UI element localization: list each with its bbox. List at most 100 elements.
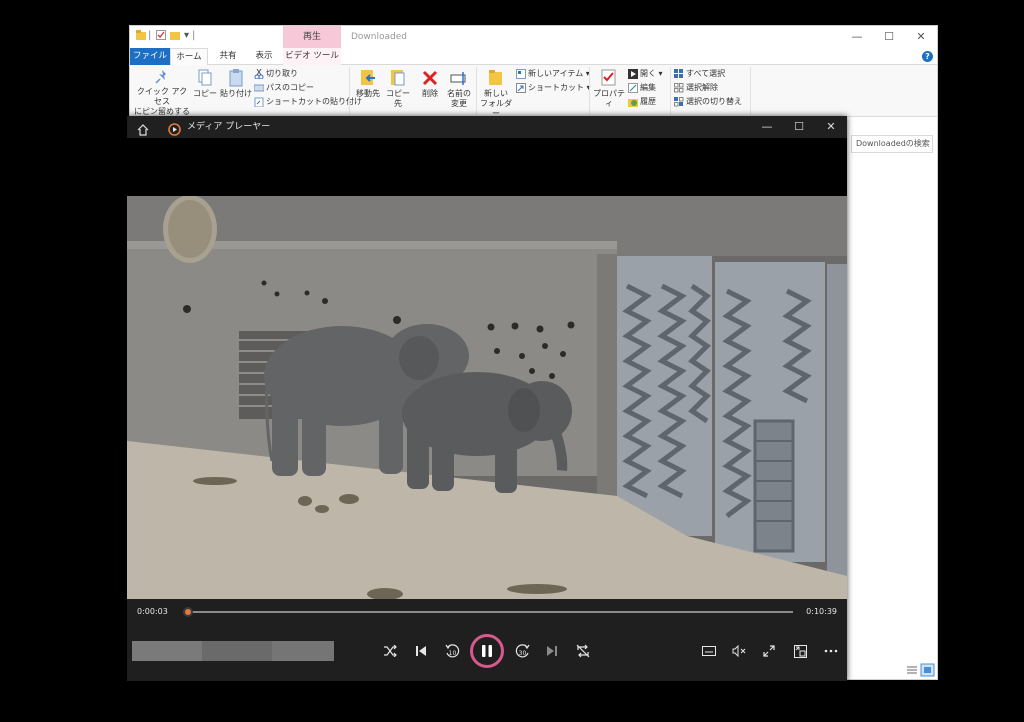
tab-file[interactable]: ファイル [130, 48, 170, 65]
media-info-redacted [132, 641, 334, 661]
select-all-button[interactable]: すべて選択 [674, 68, 725, 80]
search-input[interactable]: Downloadedの検索 [851, 135, 933, 153]
new-folder-button[interactable]: 新しい フォルダー [480, 69, 512, 119]
copy-path-icon [254, 84, 264, 91]
delete-button[interactable]: 削除 [418, 69, 442, 99]
previous-button[interactable] [408, 638, 434, 664]
shuffle-button[interactable] [377, 638, 403, 664]
video-viewport[interactable] [127, 138, 847, 599]
redacted-block [202, 641, 272, 661]
shortcut-label: ショートカット [528, 83, 584, 92]
details-view-icon[interactable] [907, 666, 917, 674]
pause-button[interactable] [470, 634, 504, 668]
pin-icon [155, 70, 166, 84]
pause-icon [482, 645, 492, 657]
copy-to-button[interactable]: コピー先 [384, 69, 412, 109]
miniplayer-button[interactable] [787, 638, 813, 664]
svg-text:10: 10 [449, 650, 457, 657]
player-maximize-button[interactable]: ☐ [783, 116, 815, 138]
help-button[interactable]: ? [922, 51, 933, 62]
skip-back-10-button[interactable]: 10 [439, 638, 465, 664]
seek-bar[interactable] [183, 607, 793, 617]
paste-shortcut-label: ショートカットの貼り付け [266, 97, 362, 106]
move-to-label: 移動先 [356, 89, 380, 98]
skip-forward-30-button[interactable]: 30 [510, 638, 536, 664]
player-minimize-button[interactable]: — [751, 116, 783, 138]
select-all-icon [674, 68, 683, 78]
properties-label: プロパティ [593, 89, 625, 108]
pin-label-1: クイック アクセス [136, 87, 188, 106]
new-folder-icon [489, 70, 502, 85]
shortcut-button[interactable]: ショートカット ▾ [516, 82, 591, 94]
next-icon [547, 646, 557, 656]
invert-selection-icon [674, 96, 684, 106]
properties-button[interactable]: プロパティ [592, 69, 626, 109]
pin-quick-access-button[interactable]: クイック アクセス にピン留めする [134, 69, 190, 117]
new-item-label: 新しいアイテム [528, 69, 584, 78]
player-close-button[interactable]: ✕ [815, 116, 847, 138]
new-folder-label-1: 新しい [484, 89, 508, 98]
invert-selection-button[interactable]: 選択の切り替え [674, 96, 742, 108]
tab-view[interactable]: 表示 [248, 48, 280, 65]
repeat-button[interactable] [570, 638, 596, 664]
repeat-icon [576, 644, 590, 658]
redacted-block [272, 641, 334, 661]
paste-shortcut-icon [254, 97, 264, 107]
shuffle-icon [384, 645, 397, 657]
qat-separator: | [148, 30, 152, 41]
open-button[interactable]: 開く ▾ [628, 68, 663, 80]
copy-path-button[interactable]: パスのコピー [254, 82, 314, 94]
move-to-button[interactable]: 移動先 [352, 69, 384, 99]
ribbon-separator-2 [476, 67, 477, 115]
explorer-maximize-button[interactable]: ☐ [873, 26, 905, 48]
player-title: メディア プレーヤー [187, 122, 271, 132]
tab-home[interactable]: ホーム [170, 48, 208, 66]
select-all-label: すべて選択 [686, 69, 726, 78]
cut-button[interactable]: 切り取り [254, 68, 298, 80]
paste-icon [229, 69, 243, 87]
large-icons-view-icon[interactable] [920, 663, 935, 677]
skip-forward-30-icon: 30 [515, 644, 530, 658]
copy-button[interactable]: コピー [192, 69, 218, 99]
move-to-icon [361, 70, 375, 85]
seek-bar-thumb[interactable] [183, 607, 193, 617]
copy-path-label: パスのコピー [266, 83, 314, 92]
tab-share[interactable]: 共有 [212, 48, 244, 65]
edit-button[interactable]: 編集 [628, 82, 656, 94]
ribbon-separator-4 [670, 67, 671, 115]
next-button[interactable] [539, 638, 565, 664]
fullscreen-button[interactable] [756, 638, 782, 664]
history-label: 履歴 [640, 97, 656, 106]
svg-text:30: 30 [519, 650, 527, 657]
redacted-block [132, 641, 202, 661]
ribbon-separator [349, 67, 350, 115]
copy-label: コピー [193, 89, 217, 98]
properties-qat-icon[interactable] [156, 30, 166, 43]
new-item-icon [516, 68, 526, 79]
mute-button[interactable] [726, 638, 752, 664]
rename-button[interactable]: 名前の 変更 [445, 69, 473, 109]
mute-icon [732, 645, 746, 657]
select-none-button[interactable]: 選択解除 [674, 82, 718, 94]
paste-shortcut-button[interactable]: ショートカットの貼り付け [254, 96, 362, 108]
history-button[interactable]: 履歴 [628, 96, 656, 108]
media-player-window: メディア プレーヤー — ☐ ✕ 0:00:03 0:10:39 10 30 [127, 116, 847, 681]
video-frame [127, 196, 847, 599]
qat-dropdown-icon[interactable]: ▾ [184, 30, 189, 41]
select-none-label: 選択解除 [686, 83, 718, 92]
new-item-button[interactable]: 新しいアイテム ▾ [516, 68, 590, 80]
paste-button[interactable]: 貼り付け [219, 69, 253, 99]
tab-video-tools[interactable]: ビデオ ツール [283, 48, 341, 65]
skip-back-10-icon: 10 [445, 644, 460, 658]
subtitles-button[interactable] [696, 638, 722, 664]
explorer-close-button[interactable]: ✕ [905, 26, 937, 48]
more-icon [824, 649, 838, 653]
explorer-titlebar: | ▾ | 再生 Downloaded — ☐ ✕ [130, 26, 937, 48]
miniplayer-icon [793, 644, 807, 658]
player-titlebar: メディア プレーヤー — ☐ ✕ [127, 116, 847, 138]
more-options-button[interactable] [818, 638, 844, 664]
explorer-minimize-button[interactable]: — [841, 26, 873, 48]
new-folder-qat-icon[interactable] [170, 30, 180, 43]
cut-label: 切り取り [266, 69, 298, 78]
delete-icon [422, 70, 438, 86]
